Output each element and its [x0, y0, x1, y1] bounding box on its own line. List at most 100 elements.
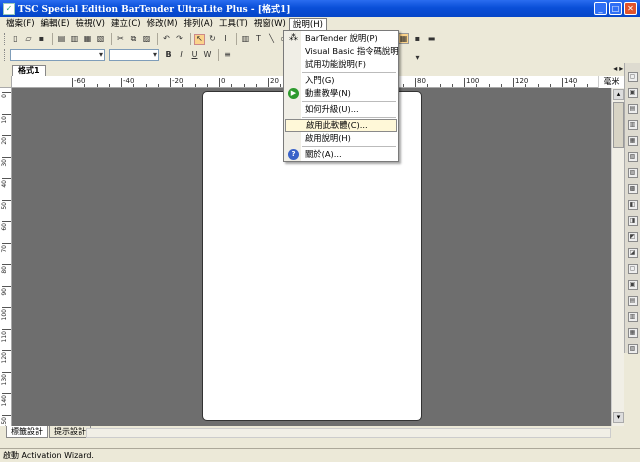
- ruler-label: 80: [1, 266, 8, 274]
- side-tool-icon[interactable]: ▨: [627, 168, 638, 178]
- menu-file[interactable]: 檔案(F): [3, 18, 38, 31]
- menu-tools[interactable]: 工具(T): [216, 18, 251, 31]
- side-tool-icon[interactable]: ▤: [627, 296, 638, 306]
- side-tool-icon[interactable]: ◪: [627, 248, 638, 258]
- title-bar[interactable]: ✓ TSC Special Edition BarTender UltraLit…: [0, 0, 640, 17]
- ruler-label: 120: [515, 77, 529, 85]
- menu-item-trial-help[interactable]: 試用功能說明(F): [285, 58, 397, 71]
- menu-item-label: Visual Basic 指令碼說明: [305, 46, 399, 56]
- side-tool-icon[interactable]: ▧: [627, 344, 638, 354]
- ruler-tick: [268, 78, 269, 87]
- font-style-icon[interactable]: W: [202, 50, 213, 61]
- underline-icon[interactable]: U: [189, 50, 200, 61]
- help-menu-dropdown: ⁂ BarTender 說明(P) Visual Basic 指令碼說明 試用功…: [283, 30, 399, 162]
- line-tool-icon[interactable]: ╲: [266, 34, 277, 45]
- document-tab[interactable]: 格式1: [12, 65, 46, 76]
- database-icon[interactable]: ▧: [95, 34, 106, 45]
- menu-item-getting-started[interactable]: 入門(G): [285, 74, 397, 87]
- text-cursor-icon[interactable]: I: [220, 34, 231, 45]
- menu-item-about[interactable]: ? 關於(A)...: [285, 148, 397, 161]
- ruler-label: 20: [270, 77, 279, 85]
- menu-item-label: 關於(A)...: [305, 149, 342, 159]
- italic-icon[interactable]: I: [176, 50, 187, 61]
- ruler-label: 100: [466, 77, 480, 85]
- barcode-tool-icon[interactable]: ▥: [240, 34, 251, 45]
- menu-arrange[interactable]: 排列(A): [181, 18, 216, 31]
- toolbar-separator: [236, 33, 237, 45]
- toolbar-overflow-icon[interactable]: ▾: [412, 52, 423, 63]
- side-tool-icon[interactable]: ▦: [627, 136, 638, 146]
- redo-icon[interactable]: ↷: [174, 34, 185, 45]
- text-tool-icon[interactable]: T: [253, 34, 264, 45]
- toolbar-color-icon[interactable]: ▦: [398, 33, 409, 44]
- new-icon[interactable]: ▯: [10, 34, 21, 45]
- menu-help[interactable]: 說明(H): [288, 17, 327, 31]
- toolbar-image-icon[interactable]: ▪: [412, 33, 423, 44]
- side-tool-icon[interactable]: ◩: [627, 232, 638, 242]
- menu-item-vb-script-help[interactable]: Visual Basic 指令碼說明: [285, 45, 399, 58]
- status-bar: 啟動 Activation Wizard.: [0, 448, 640, 462]
- print-setup-icon[interactable]: ▥: [69, 34, 80, 45]
- side-tool-icon[interactable]: ◧: [627, 200, 638, 210]
- save-icon[interactable]: ▪: [36, 34, 47, 45]
- scroll-down-icon[interactable]: ▾: [613, 412, 624, 423]
- ruler-tick: [2, 285, 11, 287]
- side-toolbar: ▢ ▣ ▤ ▥ ▦ ▧ ▨ ▩ ◧ ◨ ◩ ◪ ▢ ▣ ▤ ▥ ▦ ▧: [624, 63, 640, 354]
- menu-item-activation-help[interactable]: 啟用說明(H): [285, 132, 397, 145]
- side-tool-icon[interactable]: ▩: [627, 184, 638, 194]
- tab-prompt-design[interactable]: 提示設計: [49, 426, 91, 438]
- print-preview-icon[interactable]: ▤: [56, 34, 67, 45]
- scroll-up-icon[interactable]: ▴: [613, 89, 624, 100]
- open-icon[interactable]: ▱: [23, 34, 34, 45]
- side-tool-icon[interactable]: ▢: [627, 72, 638, 82]
- toolbar-printer-icon[interactable]: ▬: [426, 33, 437, 44]
- side-tool-icon[interactable]: ▢: [627, 264, 638, 274]
- menu-modify[interactable]: 修改(M): [144, 18, 181, 31]
- print-icon[interactable]: ▦: [82, 34, 93, 45]
- side-tool-icon[interactable]: ▧: [627, 152, 638, 162]
- scroll-thumb[interactable]: [613, 102, 624, 148]
- side-tool-icon[interactable]: ▤: [627, 104, 638, 114]
- paste-icon[interactable]: ▨: [141, 34, 152, 45]
- vertical-ruler: 0 10 20 30 40 50 60 70 80 90 100 110 120 130 140 150: [0, 88, 12, 426]
- toolbar-grip[interactable]: [4, 49, 7, 61]
- cut-icon[interactable]: ✂: [115, 34, 126, 45]
- bold-icon[interactable]: B: [163, 50, 174, 61]
- horizontal-scrollbar[interactable]: [86, 428, 611, 438]
- side-tool-icon[interactable]: ▥: [627, 120, 638, 130]
- rotate-tool-icon[interactable]: ↻: [207, 34, 218, 45]
- side-tool-icon[interactable]: ▥: [627, 312, 638, 322]
- toolbar-grip[interactable]: [4, 33, 7, 45]
- side-tool-icon[interactable]: ▦: [627, 328, 638, 338]
- side-tool-icon[interactable]: ▣: [627, 280, 638, 290]
- play-icon: ▶: [288, 88, 299, 99]
- menu-separator: [302, 72, 396, 73]
- ruler-tick: [2, 113, 11, 115]
- copy-icon[interactable]: ⧉: [128, 34, 139, 45]
- menu-item-activate-software[interactable]: 啟用此軟體(C)...: [285, 119, 397, 132]
- menu-view[interactable]: 檢視(V): [73, 18, 108, 31]
- menu-item-label: 動畫教學(N): [305, 88, 351, 98]
- tab-label-design[interactable]: 標籤設計: [6, 426, 48, 438]
- ruler-label: 70: [1, 244, 8, 253]
- menu-create[interactable]: 建立(C): [108, 18, 144, 31]
- menu-window[interactable]: 視窗(W): [251, 18, 289, 31]
- maximize-button[interactable]: □: [609, 2, 622, 15]
- menu-item-how-to-upgrade[interactable]: 如何升級(U)...: [285, 103, 397, 116]
- menu-item-bartender-help[interactable]: ⁂ BarTender 說明(P): [285, 32, 397, 45]
- close-button[interactable]: ✕: [624, 2, 637, 15]
- font-name-combo[interactable]: [10, 49, 105, 61]
- side-tool-icon[interactable]: ◨: [627, 216, 638, 226]
- toolbar-separator: [52, 33, 53, 45]
- font-size-combo[interactable]: [109, 49, 159, 61]
- pointer-tool-icon[interactable]: ↖: [194, 33, 205, 45]
- menu-edit[interactable]: 編輯(E): [38, 18, 73, 31]
- vertical-scrollbar[interactable]: ▴ ▾: [611, 88, 624, 426]
- ruler-label: 10: [1, 115, 8, 124]
- align-left-icon[interactable]: ≡: [222, 50, 233, 61]
- side-tool-icon[interactable]: ▣: [627, 88, 638, 98]
- undo-icon[interactable]: ↶: [161, 34, 172, 45]
- minimize-button[interactable]: _: [594, 2, 607, 15]
- menu-item-animated-tutorial[interactable]: ▶ 動畫教學(N): [285, 87, 397, 100]
- info-icon: ?: [288, 149, 299, 160]
